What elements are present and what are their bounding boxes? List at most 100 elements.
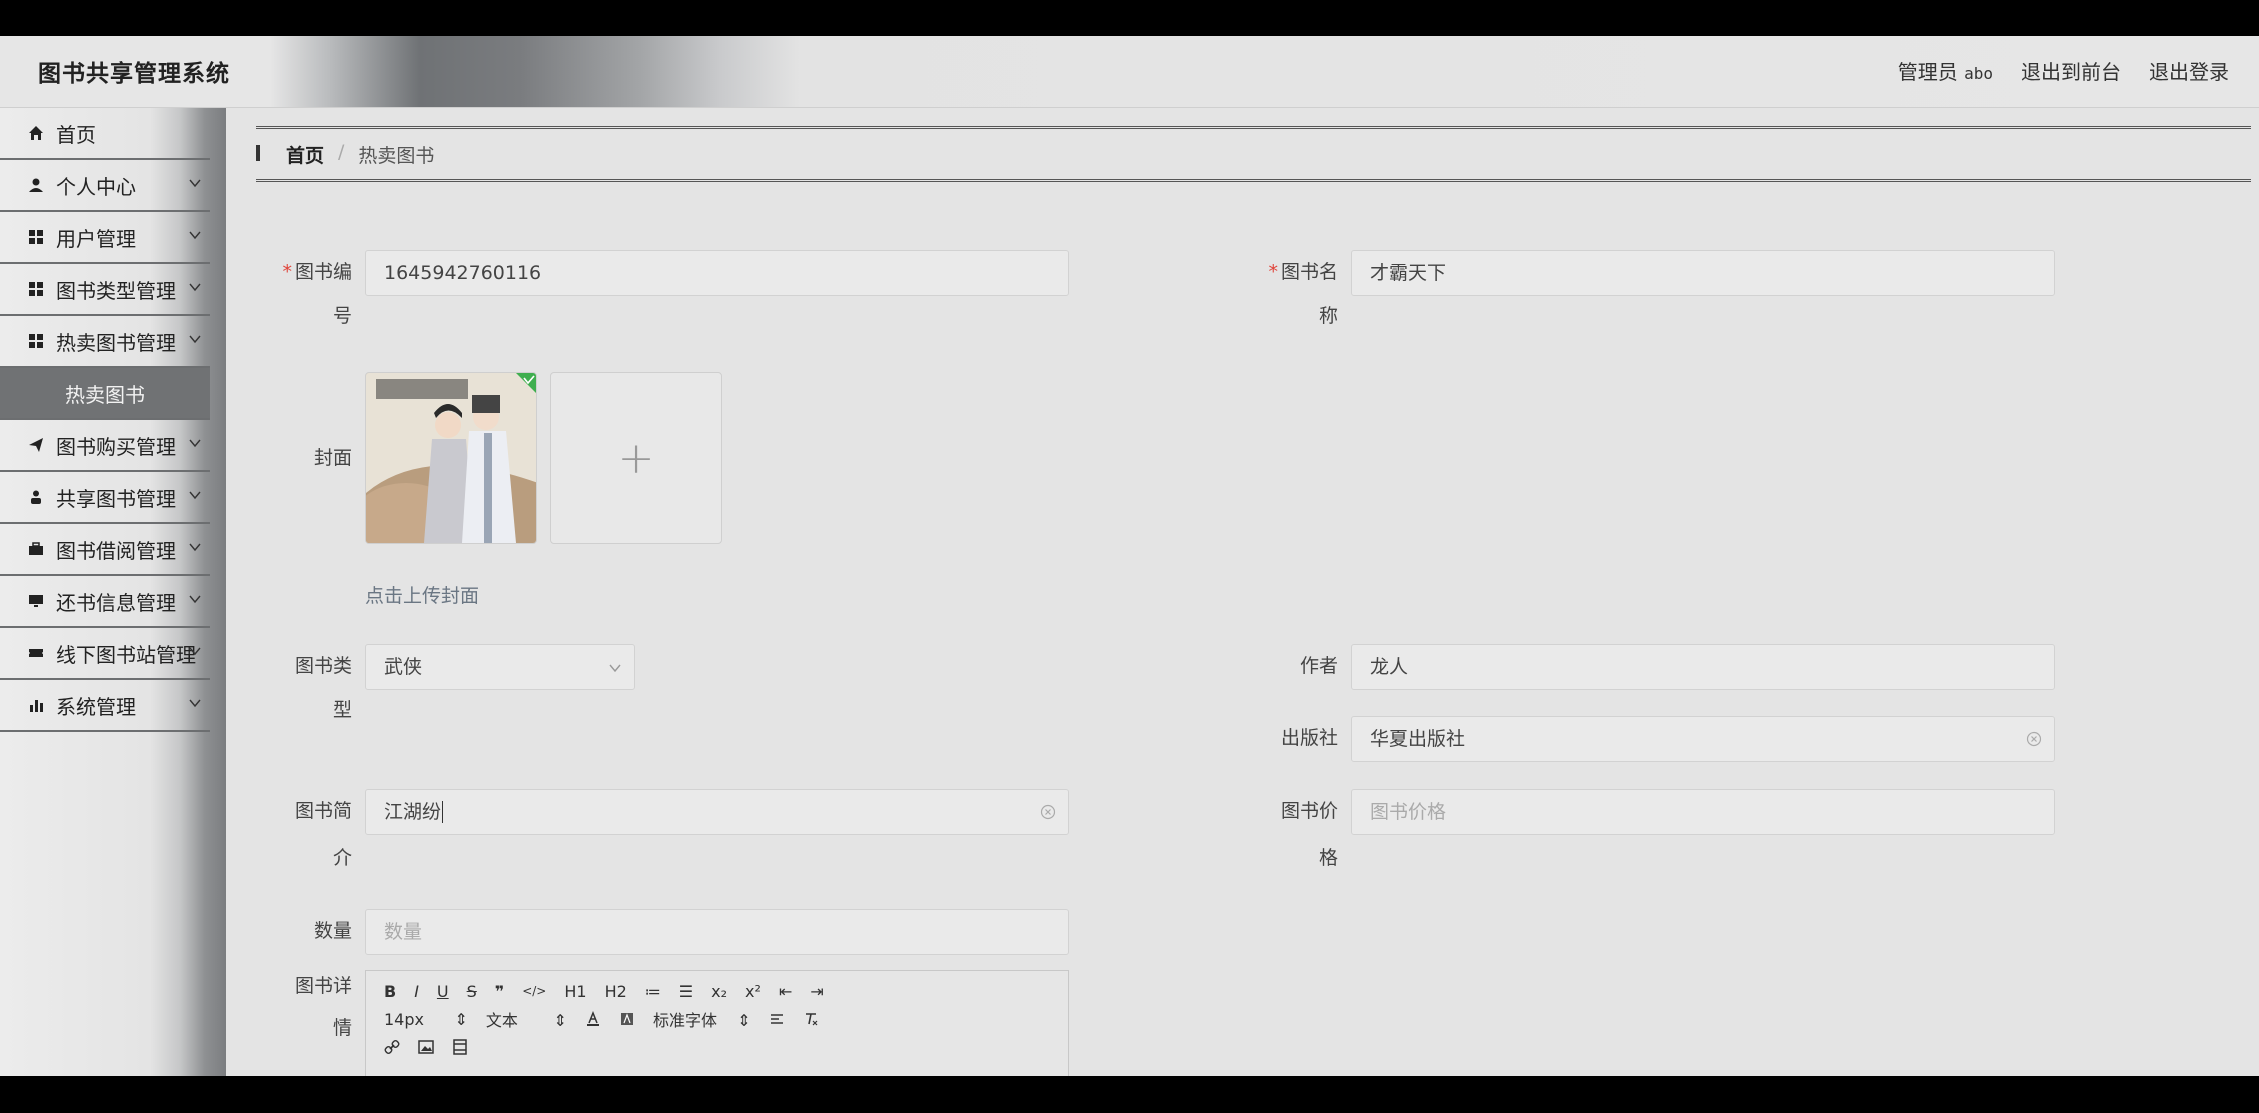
bold-button[interactable]: B [384, 982, 396, 1001]
required-mark: * [282, 261, 292, 283]
sidebar-item-label: 图书借阅管理 [56, 538, 176, 563]
updown-icon: ⇕ [737, 1011, 751, 1030]
bar-chart-icon [26, 697, 46, 713]
upload-cover-button[interactable]: + [550, 372, 722, 544]
link-icon[interactable] [384, 1039, 400, 1055]
sidebar-item-personal-center[interactable]: 个人中心 [0, 160, 210, 212]
editor-toolbar-row-3 [366, 1033, 1068, 1061]
outdent-button[interactable]: ⇤ [779, 982, 792, 1001]
briefcase-icon [26, 541, 46, 557]
sidebar-item-label: 还书信息管理 [56, 590, 176, 615]
sidebar-item-offline-station-mgmt[interactable]: 线下图书站管理 [0, 628, 210, 680]
breadcrumb: 首页 / 热卖图书 [256, 126, 2251, 182]
sidebar-item-shared-books-mgmt[interactable]: 共享图书管理 [0, 472, 210, 524]
chevron-down-icon [189, 699, 201, 708]
align-icon[interactable] [769, 1011, 785, 1027]
video-icon[interactable] [452, 1039, 468, 1055]
italic-button[interactable]: I [414, 982, 419, 1001]
chevron-down-icon [189, 439, 201, 448]
cover-label: 封面 [313, 447, 352, 469]
book-name-input[interactable]: 才霸天下 [1351, 250, 2055, 296]
chevron-down-icon [189, 491, 201, 500]
breadcrumb-current: 热卖图书 [358, 145, 435, 167]
code-button[interactable]: </> [522, 984, 546, 998]
sidebar-item-label: 用户管理 [56, 226, 136, 251]
sidebar-item-label: 热卖图书管理 [56, 330, 176, 355]
strike-button[interactable]: S [467, 982, 477, 1001]
underline-button[interactable]: U [437, 982, 449, 1001]
sidebar-subitem-hot-books[interactable]: 热卖图书 [0, 368, 210, 420]
font-size-select[interactable]: 14px ⇕ [384, 1010, 468, 1029]
block-format-select[interactable]: 文本 ⇕ [486, 1007, 567, 1031]
clear-icon[interactable] [1040, 804, 1056, 820]
person-icon [26, 489, 46, 505]
cover-thumbnail[interactable] [365, 372, 537, 544]
indent-button[interactable]: ⇥ [810, 982, 823, 1001]
font-color-icon[interactable] [585, 1011, 601, 1027]
detail-label-wrap: 情 [332, 1017, 352, 1039]
clear-format-icon[interactable] [803, 1011, 819, 1027]
sidebar-item-purchase-mgmt[interactable]: 图书购买管理 [0, 420, 210, 472]
quantity-label: 数量 [313, 920, 352, 942]
sidebar-item-book-type-mgmt[interactable]: 图书类型管理 [0, 264, 210, 316]
book-no-input[interactable]: 1645942760116 [365, 250, 1069, 296]
font-family-select[interactable]: 标准字体 ⇕ [653, 1007, 751, 1031]
sidebar-item-system-mgmt[interactable]: 系统管理 [0, 680, 210, 732]
admin-username: abo [1964, 64, 1993, 83]
text-cursor [442, 801, 444, 823]
background-color-icon[interactable] [619, 1011, 635, 1027]
admin-info: 管理员 abo [1898, 56, 1993, 85]
summary-label-wrap: 介 [332, 847, 352, 869]
author-input[interactable]: 龙人 [1351, 644, 2055, 690]
top-right-menu: 管理员 abo 退出到前台 退出登录 [1898, 56, 2229, 85]
sidebar-item-hot-books-mgmt[interactable]: 热卖图书管理 [0, 316, 210, 368]
sidebar-item-user-mgmt[interactable]: 用户管理 [0, 212, 210, 264]
sidebar-item-label: 图书类型管理 [56, 278, 176, 303]
send-icon [26, 437, 46, 453]
book-type-value: 武侠 [384, 656, 423, 678]
breadcrumb-home-link[interactable]: 首页 [286, 141, 324, 168]
rich-text-editor[interactable]: B I U S ❞ </> H1 H2 ≔ ☰ x₂ x² ⇤ ⇥ 14px ⇕… [365, 970, 1069, 1076]
bullet-list-button[interactable]: ☰ [679, 982, 693, 1001]
superscript-button[interactable]: x² [745, 982, 761, 1001]
summary-value: 江湖纷 [384, 801, 442, 823]
h1-button[interactable]: H1 [564, 982, 586, 1001]
chevron-down-icon [609, 664, 621, 673]
image-icon[interactable] [418, 1039, 434, 1055]
updown-icon: ⇕ [454, 1009, 468, 1029]
chevron-down-icon [189, 231, 201, 240]
sidebar-item-label: 系统管理 [56, 694, 136, 719]
book-name-label-wrap: 称 [1318, 305, 1338, 327]
book-type-select[interactable]: 武侠 [365, 644, 635, 690]
summary-input[interactable]: 江湖纷 [365, 789, 1069, 835]
user-icon [26, 177, 46, 193]
back-to-front-link[interactable]: 退出到前台 [2021, 56, 2121, 85]
book-no-label: * 图书编 [282, 261, 352, 283]
chevron-down-icon [189, 595, 201, 604]
upload-cover-hint[interactable]: 点击上传封面 [365, 581, 479, 608]
sidebar-item-home[interactable]: 首页 [0, 108, 210, 160]
logout-link[interactable]: 退出登录 [2149, 56, 2229, 85]
clear-icon[interactable] [2026, 731, 2042, 747]
home-icon [26, 125, 46, 141]
screen-bottom-border [0, 1076, 2259, 1113]
sidebar-item-borrow-mgmt[interactable]: 图书借阅管理 [0, 524, 210, 576]
publisher-value: 华夏出版社 [1370, 728, 1466, 750]
updown-icon: ⇕ [553, 1011, 567, 1030]
quote-button[interactable]: ❞ [495, 982, 504, 1001]
publisher-input[interactable]: 华夏出版社 [1351, 716, 2055, 762]
price-input[interactable]: 图书价格 [1351, 789, 2055, 835]
breadcrumb-separator: / [338, 141, 345, 163]
sidebar-item-return-mgmt[interactable]: 还书信息管理 [0, 576, 210, 628]
h2-button[interactable]: H2 [605, 982, 627, 1001]
sidebar-item-label: 线下图书站管理 [56, 642, 196, 667]
quantity-input[interactable]: 数量 [365, 909, 1069, 955]
detail-label: 图书详 [294, 975, 352, 997]
ordered-list-button[interactable]: ≔ [645, 982, 661, 1001]
main-content: 首页 / 热卖图书 * 图书编 号 1645942760116 * 图书名 称 才霸… [226, 108, 2259, 1076]
cover-image [366, 373, 536, 543]
chevron-down-icon [189, 283, 201, 292]
editor-toolbar-row-1: B I U S ❞ </> H1 H2 ≔ ☰ x₂ x² ⇤ ⇥ [366, 977, 1068, 1005]
publisher-label: 出版社 [1280, 727, 1338, 749]
subscript-button[interactable]: x₂ [711, 982, 727, 1001]
